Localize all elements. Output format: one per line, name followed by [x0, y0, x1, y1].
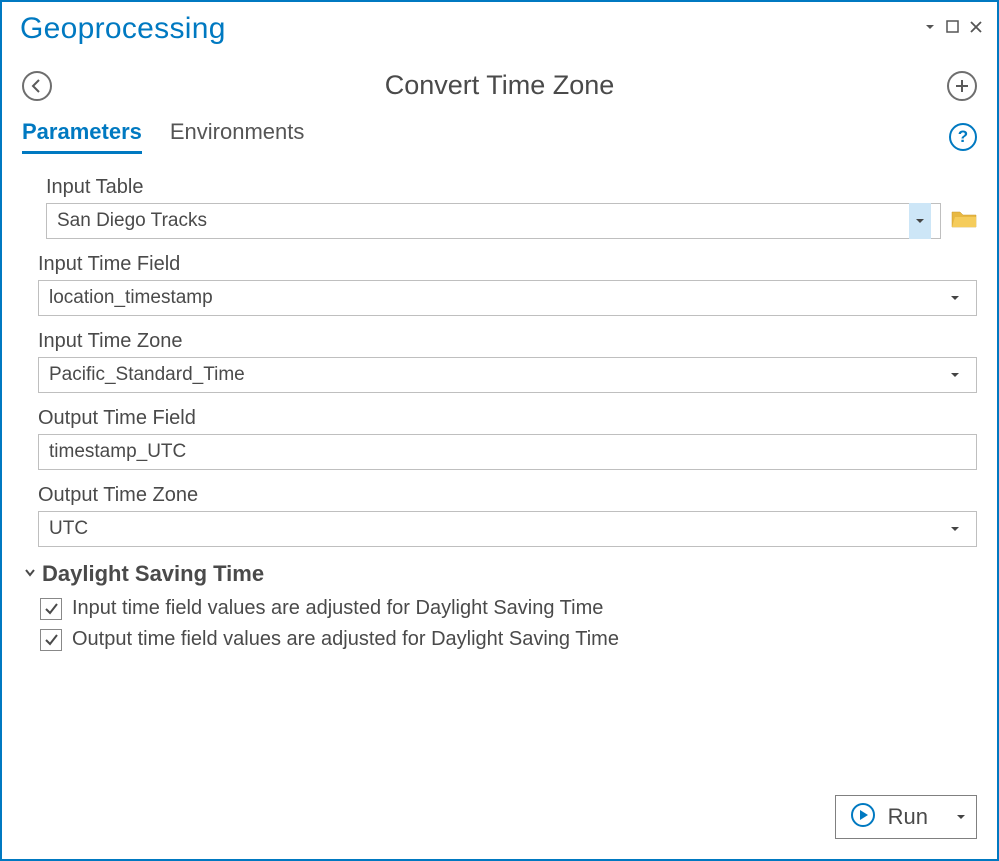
chevron-down-icon[interactable]: [909, 203, 931, 239]
tool-title: Convert Time Zone: [52, 70, 947, 101]
form-area: Input Table San Diego Tracks: [2, 154, 997, 779]
chevron-down-icon[interactable]: [944, 282, 966, 314]
input-time-field-value: location_timestamp: [49, 287, 944, 309]
checkbox-input-dst-label: Input time field values are adjusted for…: [72, 597, 603, 620]
run-button-label: Run: [888, 804, 928, 830]
checkbox-input-dst[interactable]: Input time field values are adjusted for…: [22, 597, 977, 620]
close-icon[interactable]: [969, 20, 983, 39]
label-input-time-field: Input Time Field: [22, 253, 977, 276]
checkbox-output-dst-label: Output time field values are adjusted fo…: [72, 628, 619, 651]
field-output-time-field: Output Time Field: [22, 407, 977, 470]
checkbox-input-dst-box[interactable]: [40, 598, 62, 620]
tab-environments[interactable]: Environments: [170, 119, 305, 154]
run-button-main[interactable]: Run: [836, 802, 946, 833]
input-table-value: San Diego Tracks: [57, 210, 909, 232]
section-dst-header[interactable]: Daylight Saving Time: [22, 561, 977, 587]
window-controls: [924, 20, 983, 39]
run-button-dropdown[interactable]: [946, 796, 976, 838]
section-dst-title: Daylight Saving Time: [42, 561, 264, 587]
field-input-table: Input Table San Diego Tracks: [22, 176, 977, 239]
output-time-zone-select[interactable]: UTC: [38, 511, 977, 547]
add-button[interactable]: [947, 71, 977, 101]
title-bar: Geoprocessing: [2, 2, 997, 52]
back-button[interactable]: [22, 71, 52, 101]
menu-dropdown-icon[interactable]: [924, 20, 936, 38]
output-time-field-input[interactable]: [38, 434, 977, 470]
label-input-time-zone: Input Time Zone: [22, 330, 977, 353]
maximize-icon[interactable]: [946, 20, 959, 38]
checkbox-output-dst[interactable]: Output time field values are adjusted fo…: [22, 628, 977, 651]
input-time-zone-select[interactable]: Pacific_Standard_Time: [38, 357, 977, 393]
label-output-time-field: Output Time Field: [22, 407, 977, 430]
folder-icon[interactable]: [951, 209, 977, 234]
field-input-time-field: Input Time Field location_timestamp: [22, 253, 977, 316]
chevron-down-icon[interactable]: [944, 359, 966, 391]
pane-title: Geoprocessing: [20, 12, 226, 46]
tabs-row: Parameters Environments ?: [2, 111, 997, 154]
field-output-time-zone: Output Time Zone UTC: [22, 484, 977, 547]
play-icon: [850, 802, 876, 833]
tab-parameters[interactable]: Parameters: [22, 119, 142, 154]
run-button[interactable]: Run: [835, 795, 977, 839]
input-time-zone-value: Pacific_Standard_Time: [49, 364, 944, 386]
checkbox-output-dst-box[interactable]: [40, 629, 62, 651]
tabs: Parameters Environments: [22, 119, 304, 154]
chevron-down-icon[interactable]: [944, 513, 966, 545]
input-table-select[interactable]: San Diego Tracks: [46, 203, 941, 239]
output-time-zone-value: UTC: [49, 518, 944, 540]
field-input-time-zone: Input Time Zone Pacific_Standard_Time: [22, 330, 977, 393]
chevron-down-icon: [22, 564, 38, 585]
footer: Run: [2, 779, 997, 859]
help-button[interactable]: ?: [949, 123, 977, 151]
tool-header: Convert Time Zone: [2, 52, 997, 111]
input-time-field-select[interactable]: location_timestamp: [38, 280, 977, 316]
label-input-table: Input Table: [30, 176, 977, 199]
label-output-time-zone: Output Time Zone: [22, 484, 977, 507]
output-time-field-text[interactable]: [49, 441, 966, 463]
